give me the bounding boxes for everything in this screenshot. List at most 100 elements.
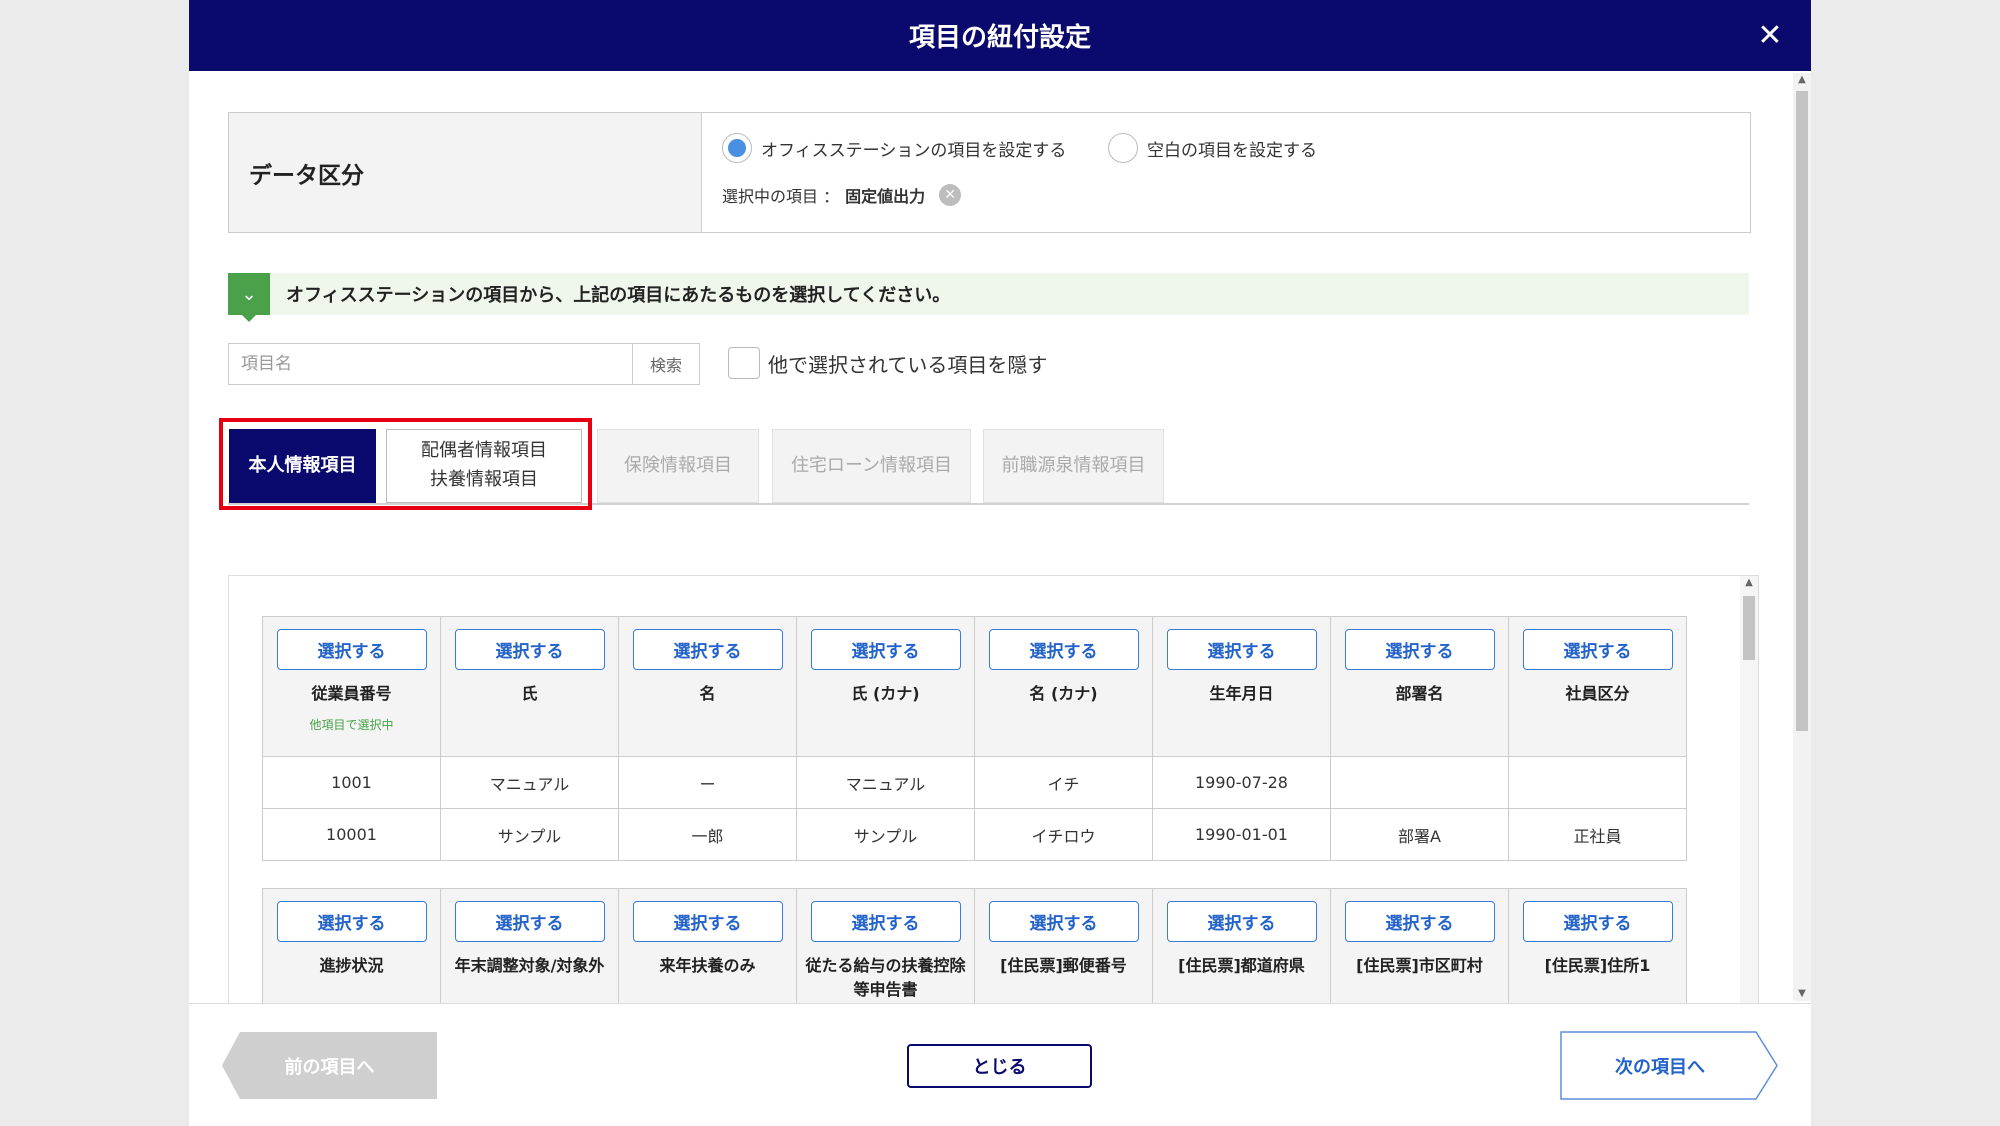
prev-item-button[interactable]: 前の項目へ (222, 1032, 437, 1099)
column-header-cell: 選択する 進捗状況 (262, 888, 441, 1003)
table-scrollbar[interactable]: ▲ ▼ (1740, 576, 1758, 1003)
column-name: 進捗状況 (319, 956, 384, 975)
column-header-cell: 選択する 社員区分 (1508, 616, 1687, 757)
clear-selection-icon[interactable]: ✕ (939, 184, 962, 206)
data-category-label: データ区分 (229, 113, 702, 232)
select-button[interactable]: 選択する (454, 629, 605, 670)
close-icon[interactable]: ✕ (1749, 14, 1791, 56)
table-row: 1001 マニュアルーマニュアル イチ 1990-07-28 (262, 756, 1687, 809)
column-name: 生年月日 (1209, 684, 1274, 703)
column-name: 名 (699, 684, 716, 703)
chevron-down-icon[interactable]: ⌄ (228, 273, 270, 322)
column-header-cell: 選択する [住民票]市区町村 (1330, 888, 1509, 1003)
column-header-cell: 選択する [住民票]郵便番号 (974, 888, 1153, 1003)
column-header-cell: 選択する名 (カナ) (974, 616, 1153, 757)
items-table-block-1: 選択する 従業員番号 他項目で選択中 選択する氏選択する名選択する氏 (カナ) 選択する… (262, 616, 1687, 861)
table-cell (1330, 756, 1509, 809)
table-cell: 部署A (1330, 808, 1509, 861)
column-header-cell: 選択する年末調整対象/対象外 (440, 888, 619, 1003)
data-category-options: オフィスステーションの項目を設定する 空白の項目を設定する 選択中の項目 ： 固… (702, 113, 1750, 232)
search-button[interactable]: 検索 (632, 344, 699, 384)
select-button[interactable]: 選択する (810, 629, 961, 670)
column-header-cell: 選択する氏 (カナ) (796, 616, 975, 757)
column-header-cell: 選択する 来年扶養のみ (618, 888, 797, 1003)
column-name: 従業員番号 (311, 684, 392, 703)
hide-selected-checkbox[interactable]: 他で選択されている項目を隠す (728, 347, 1047, 379)
table-cell (1508, 756, 1687, 809)
scroll-thumb[interactable] (1743, 596, 1755, 660)
select-button[interactable]: 選択する (632, 629, 783, 670)
table-cell: ー (618, 756, 797, 809)
select-button[interactable]: 選択する (632, 901, 783, 942)
checkbox-icon (728, 347, 760, 379)
radio-on-icon (722, 133, 752, 163)
modal-scrollbar[interactable]: ▲ ▼ (1793, 73, 1811, 1001)
link-settings-modal: 項目の紐付設定 ✕ データ区分 オフィスステーションの項目を設定する 空白の項目… (189, 0, 1811, 1126)
notice-text: オフィスステーションの項目から、上記の項目にあたるものを選択してください。 (286, 285, 951, 306)
scroll-up-icon[interactable]: ▲ (1793, 73, 1811, 87)
tab-housing-loan-info: 住宅ローン情報項目 (772, 429, 971, 503)
scroll-up-icon[interactable]: ▲ (1740, 576, 1758, 590)
column-name: 社員区分 (1565, 684, 1630, 703)
column-header-cell: 選択する 部署名 (1330, 616, 1509, 757)
select-button[interactable]: 選択する (810, 901, 961, 942)
tab-label: 前職源泉情報項目 (1001, 454, 1146, 476)
search-box: 検索 (228, 343, 700, 385)
items-table-panel: 選択する 従業員番号 他項目で選択中 選択する氏選択する名選択する氏 (カナ) 選択する… (228, 575, 1759, 1003)
table-cell: イチロウ (974, 808, 1153, 861)
highlight-frame (219, 418, 592, 510)
selected-elsewhere-note: 他項目で選択中 (309, 718, 394, 732)
hide-selected-label: 他で選択されている項目を隠す (768, 352, 1048, 377)
scroll-down-icon[interactable]: ▼ (1793, 987, 1811, 1001)
next-item-label: 次の項目へ (1615, 1056, 1705, 1078)
table-cell: 1001 (262, 756, 441, 809)
table-cell: 10001 (262, 808, 441, 861)
modal-content: データ区分 オフィスステーションの項目を設定する 空白の項目を設定する 選択中の… (189, 71, 1811, 1003)
column-name: [住民票]市区町村 (1356, 956, 1483, 975)
column-name: [住民票]住所1 (1544, 956, 1651, 975)
select-button[interactable]: 選択する (1522, 901, 1673, 942)
selected-item-line: 選択中の項目 ： 固定値出力 ✕ (722, 183, 962, 207)
select-button[interactable]: 選択する (276, 629, 427, 670)
select-button[interactable]: 選択する (1344, 629, 1495, 670)
radio-office-station[interactable]: オフィスステーションの項目を設定する (722, 133, 1066, 163)
table-cell: マニュアル (796, 756, 975, 809)
select-button[interactable]: 選択する (1166, 629, 1317, 670)
table-cell: 1990-01-01 (1152, 808, 1331, 861)
select-button[interactable]: 選択する (988, 901, 1139, 942)
selected-item-prefix: 選択中の項目 ： (722, 187, 840, 206)
select-button[interactable]: 選択する (988, 629, 1139, 670)
column-header-cell: 選択する従たる給与の扶養控除等申告書 (796, 888, 975, 1003)
select-button[interactable]: 選択する (1522, 629, 1673, 670)
close-button[interactable]: とじる (907, 1044, 1092, 1088)
search-input[interactable] (229, 344, 632, 384)
table-cell: イチ (974, 756, 1153, 809)
scroll-thumb[interactable] (1796, 91, 1808, 731)
column-header-cell: 選択する [住民票]都道府県 (1152, 888, 1331, 1003)
table-row: 10001 サンプル 一郎 サンプル イチロウ 1990-01-01 部署A 正社員 (262, 808, 1687, 861)
next-item-button[interactable]: 次の項目へ (1560, 1031, 1778, 1100)
column-name: 年末調整対象/対象外 (454, 956, 605, 975)
table-cell: サンプル (796, 808, 975, 861)
table-cell: マニュアル (440, 756, 619, 809)
modal-footer: 前の項目へ とじる 次の項目へ (189, 1003, 1811, 1126)
tab-label: 住宅ローン情報項目 (790, 454, 953, 476)
table-cell: 正社員 (1508, 808, 1687, 861)
tab-label: 保険情報項目 (624, 454, 732, 476)
select-button[interactable]: 選択する (1344, 901, 1495, 942)
column-name: 名 (カナ) (1029, 684, 1098, 703)
select-button[interactable]: 選択する (454, 901, 605, 942)
column-name: [住民票]都道府県 (1178, 956, 1305, 975)
radio-label: オフィスステーションの項目を設定する (761, 140, 1067, 161)
select-button[interactable]: 選択する (1166, 901, 1317, 942)
table-cell: サンプル (440, 808, 619, 861)
column-header-cell: 選択する 生年月日 (1152, 616, 1331, 757)
column-header-cell: 選択する名 (618, 616, 797, 757)
column-name: [住民票]郵便番号 (1000, 956, 1127, 975)
select-button[interactable]: 選択する (276, 901, 427, 942)
column-header-cell: 選択する従業員番号他項目で選択中 (262, 616, 441, 757)
radio-label: 空白の項目を設定する (1147, 140, 1317, 161)
column-name: 従たる給与の扶養控除等申告書 (805, 956, 966, 999)
instruction-notice: ⌄ オフィスステーションの項目から、上記の項目にあたるものを選択してください。 (228, 273, 1749, 322)
radio-blank[interactable]: 空白の項目を設定する (1108, 133, 1317, 163)
